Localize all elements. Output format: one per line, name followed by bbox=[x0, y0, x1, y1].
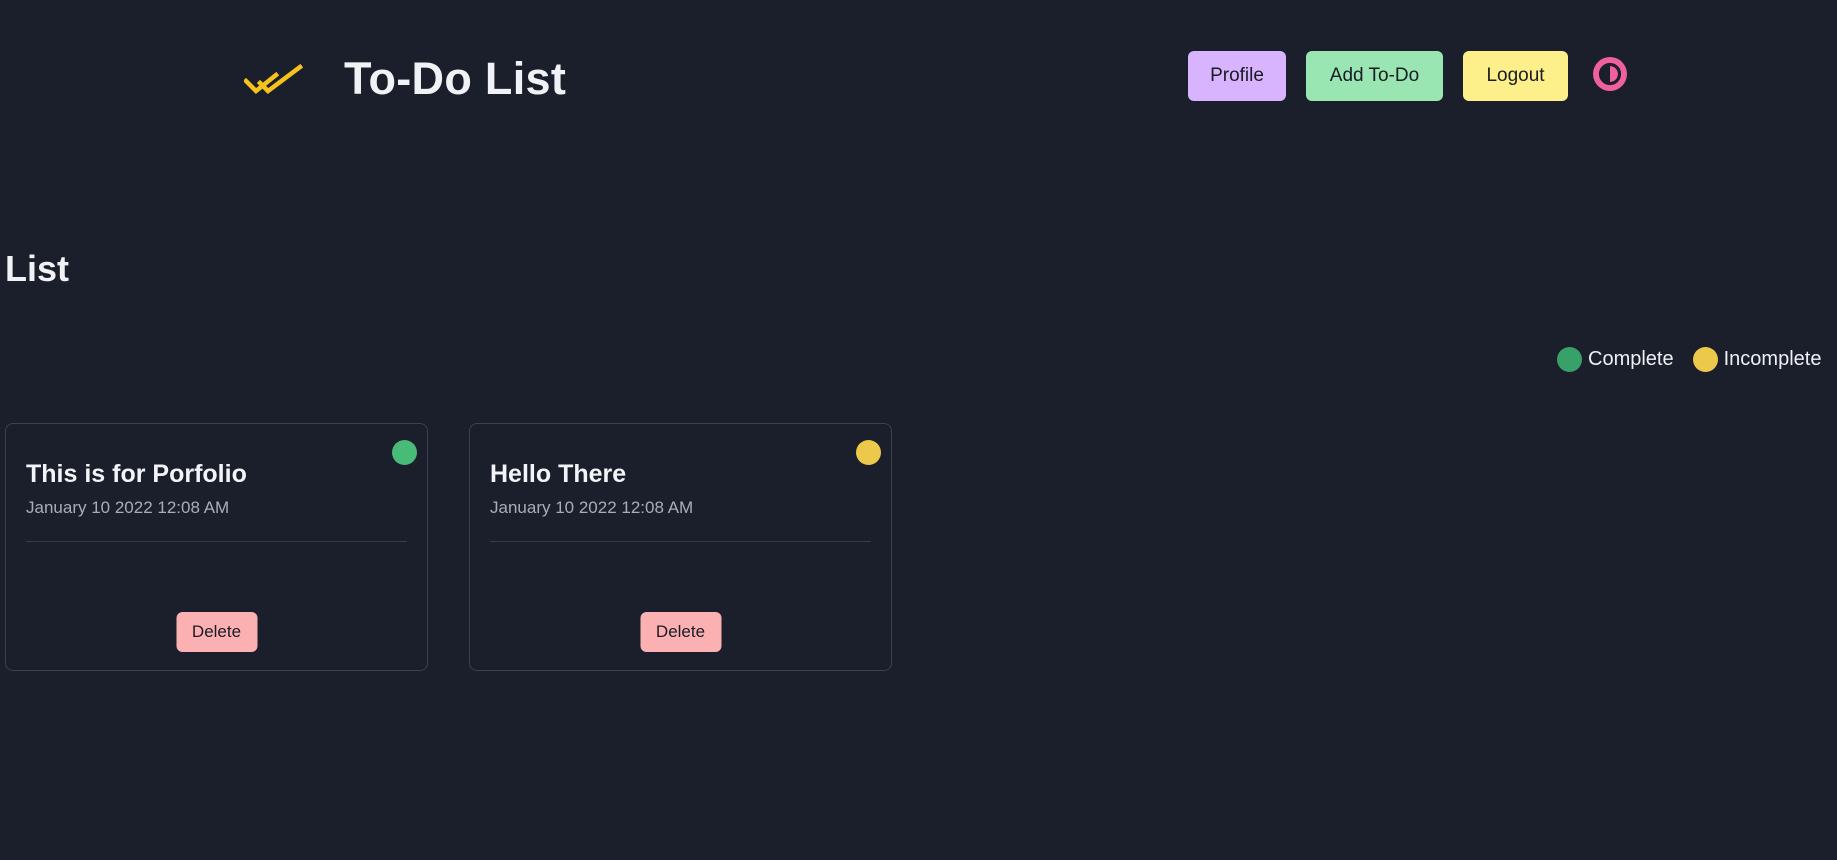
contrast-toggle-icon bbox=[1593, 57, 1627, 91]
theme-toggle-button[interactable] bbox=[1591, 55, 1629, 93]
delete-button[interactable]: Delete bbox=[640, 612, 721, 652]
card-divider bbox=[490, 541, 871, 542]
list-heading: List bbox=[5, 248, 70, 289]
status-dot-icon bbox=[856, 440, 881, 465]
delete-button[interactable]: Delete bbox=[176, 612, 257, 652]
legend-label: Complete bbox=[1588, 348, 1674, 370]
logout-button[interactable]: Logout bbox=[1463, 51, 1568, 101]
todo-title: This is for Porfolio bbox=[26, 460, 247, 488]
legend-label: Incomplete bbox=[1723, 348, 1822, 370]
complete-dot-icon bbox=[1557, 347, 1582, 372]
double-check-icon bbox=[244, 63, 304, 95]
status-legend: Complete Incomplete bbox=[1557, 347, 1821, 372]
todo-date: January 10 2022 12:08 AM bbox=[490, 498, 694, 517]
header-nav: Profile Add To-Do Logout bbox=[1188, 51, 1629, 101]
todo-list: This is for Porfolio January 10 2022 12:… bbox=[5, 423, 933, 671]
app-title: To-Do List bbox=[344, 53, 567, 104]
status-dot-icon bbox=[392, 440, 417, 465]
legend-item-complete: Complete bbox=[1557, 347, 1674, 372]
todo-date: January 10 2022 12:08 AM bbox=[26, 498, 230, 517]
incomplete-dot-icon bbox=[1692, 347, 1718, 372]
add-todo-button[interactable]: Add To-Do bbox=[1306, 51, 1443, 101]
todo-title: Hello There bbox=[490, 460, 627, 488]
todo-card: This is for Porfolio January 10 2022 12:… bbox=[5, 423, 428, 671]
todo-card: Hello There January 10 2022 12:08 AM Del… bbox=[469, 423, 892, 671]
page: To-Do List Profile Add To-Do Logout List… bbox=[0, 0, 1837, 860]
brand: To-Do List bbox=[244, 50, 566, 108]
profile-button[interactable]: Profile bbox=[1188, 51, 1286, 101]
card-divider bbox=[26, 541, 407, 542]
legend-item-incomplete: Incomplete bbox=[1692, 347, 1822, 372]
